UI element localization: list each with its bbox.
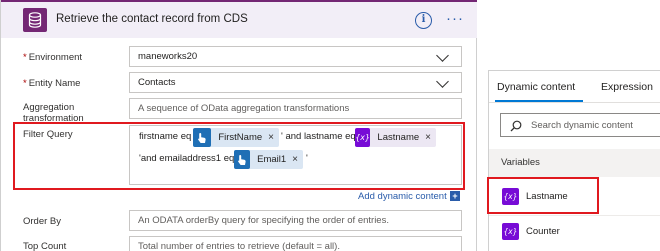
section-title: Variables bbox=[501, 157, 540, 168]
order-by-placeholder: An ODATA orderBy query for specifying th… bbox=[138, 215, 389, 226]
top-count-placeholder: Total number of entries to retrieve (def… bbox=[138, 241, 340, 251]
environment-label-text: Environment bbox=[28, 52, 83, 63]
dynamic-content-pane: Dynamic content Expression Search dynami… bbox=[488, 70, 660, 251]
filter-query-highlight bbox=[13, 122, 465, 190]
action-title: Retrieve the contact record from CDS bbox=[56, 13, 248, 25]
lastname-highlight bbox=[487, 177, 599, 214]
add-icon[interactable]: + bbox=[450, 191, 460, 201]
top-count-label: Top Count bbox=[23, 241, 67, 251]
search-icon bbox=[510, 120, 522, 132]
aggregation-label-line1: Aggregation bbox=[23, 102, 75, 113]
chevron-down-icon[interactable] bbox=[436, 75, 449, 88]
aggregation-input[interactable]: A sequence of OData aggregation transfor… bbox=[129, 98, 462, 119]
environment-value: maneworks20 bbox=[138, 51, 198, 62]
more-options-icon[interactable]: ··· bbox=[446, 10, 464, 28]
environment-label: * Environment bbox=[23, 52, 82, 63]
entity-name-value: Contacts bbox=[138, 77, 176, 88]
list-item-counter[interactable]: {x} Counter bbox=[489, 216, 660, 248]
variable-icon: {x} bbox=[502, 223, 519, 240]
tab-expression[interactable]: Expression bbox=[601, 81, 653, 93]
variables-section-header: Variables bbox=[489, 149, 660, 177]
search-placeholder: Search dynamic content bbox=[531, 120, 633, 131]
add-dynamic-content-link[interactable]: Add dynamic content bbox=[358, 191, 447, 202]
required-asterisk: * bbox=[23, 52, 27, 63]
list-item-label: Counter bbox=[526, 226, 560, 237]
entity-name-label: * Entity Name bbox=[23, 78, 80, 89]
order-by-input[interactable]: An ODATA orderBy query for specifying th… bbox=[129, 210, 462, 231]
entity-name-label-text: Entity Name bbox=[28, 78, 81, 89]
entity-name-dropdown[interactable]: Contacts bbox=[129, 72, 462, 93]
chevron-down-icon[interactable] bbox=[436, 49, 449, 62]
order-by-label: Order By bbox=[23, 216, 62, 227]
tab-divider bbox=[489, 102, 660, 103]
info-icon[interactable]: i bbox=[415, 12, 432, 29]
database-icon bbox=[23, 8, 47, 32]
search-dynamic-content-input[interactable]: Search dynamic content bbox=[500, 113, 660, 137]
aggregation-label: Aggregation transformation bbox=[23, 102, 84, 124]
environment-dropdown[interactable]: maneworks20 bbox=[129, 46, 462, 67]
action-card-header[interactable]: Retrieve the contact record from CDS i ·… bbox=[1, 0, 477, 38]
top-count-input[interactable]: Total number of entries to retrieve (def… bbox=[129, 236, 462, 251]
tab-dynamic-content[interactable]: Dynamic content bbox=[497, 81, 575, 93]
required-asterisk: * bbox=[23, 78, 27, 89]
aggregation-placeholder: A sequence of OData aggregation transfor… bbox=[138, 103, 350, 114]
